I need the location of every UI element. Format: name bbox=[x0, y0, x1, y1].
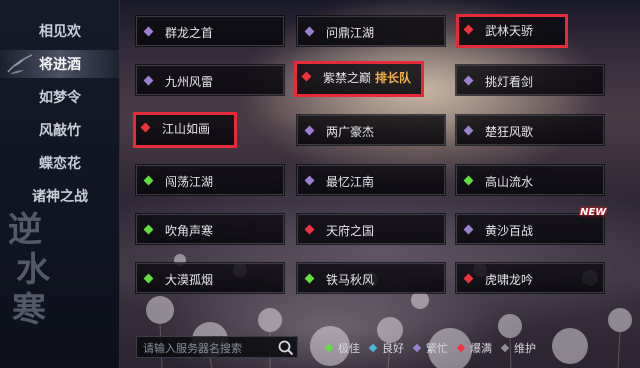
sidebar-item-fengqiaozhu[interactable]: 风敲竹 bbox=[0, 116, 120, 144]
sidebar-item-zhushenzhizhan[interactable]: 诸神之战 bbox=[0, 182, 120, 210]
server-button[interactable]: 吹角声寒 bbox=[135, 213, 285, 245]
new-badge: NEW bbox=[580, 207, 607, 218]
server-button[interactable]: 大漠孤烟 bbox=[135, 262, 285, 294]
status-full-icon bbox=[463, 24, 474, 35]
status-busy-icon bbox=[463, 224, 474, 235]
server-group-sidebar: 相见欢 将进酒 如梦令 风敲竹 蝶恋花 诸神之战 逆 水 寒 bbox=[0, 0, 120, 368]
sidebar-item-label: 如梦令 bbox=[39, 90, 81, 106]
sidebar-item-label: 风敲竹 bbox=[39, 123, 81, 139]
server-button[interactable]: 武林天骄 bbox=[456, 14, 568, 48]
server-button[interactable]: 虎啸龙吟 bbox=[455, 262, 605, 294]
status-maint-icon bbox=[500, 343, 510, 353]
server-button[interactable]: 闯荡江湖 bbox=[135, 164, 285, 196]
status-ok-icon bbox=[143, 175, 154, 186]
server-button[interactable]: 两广豪杰 bbox=[296, 114, 446, 146]
legend-item-good: 良好 bbox=[368, 340, 404, 356]
status-busy-icon bbox=[463, 75, 474, 86]
status-full-icon bbox=[456, 343, 466, 353]
status-busy-icon bbox=[304, 26, 315, 37]
server-button[interactable]: 紫禁之巅 排长队 bbox=[294, 61, 424, 97]
status-busy-icon bbox=[304, 175, 315, 186]
server-button[interactable]: 黄沙百战 bbox=[455, 213, 605, 245]
status-full-icon bbox=[463, 273, 474, 284]
server-button[interactable]: 九州风雷 bbox=[135, 64, 285, 96]
legend-item-full: 爆满 bbox=[456, 340, 492, 356]
status-busy-icon bbox=[143, 75, 154, 86]
server-button[interactable]: 铁马秋风 bbox=[296, 262, 446, 294]
game-logo-calligraphy: 逆 水 寒 bbox=[8, 210, 50, 330]
sidebar-item-label: 相见欢 bbox=[39, 24, 81, 40]
sidebar-item-dielianhua[interactable]: 蝶恋花 bbox=[0, 149, 120, 177]
status-busy-icon bbox=[304, 125, 315, 136]
server-button[interactable]: 问鼎江湖 bbox=[296, 15, 446, 47]
sidebar-item-qiangjinjiu[interactable]: 将进酒 bbox=[0, 50, 120, 78]
sidebar-item-xiangjianhuan[interactable]: 相见欢 bbox=[0, 17, 120, 45]
status-ok-icon bbox=[304, 273, 315, 284]
legend-item-maint: 维护 bbox=[500, 340, 536, 356]
bamboo-leaf-icon bbox=[7, 54, 33, 74]
sidebar-item-label: 将进酒 bbox=[39, 57, 81, 73]
server-button[interactable]: 江山如画 bbox=[133, 112, 237, 148]
status-ok-icon bbox=[324, 343, 334, 353]
sidebar-item-label: 诸神之战 bbox=[32, 189, 88, 205]
server-button[interactable]: 挑灯看剑 bbox=[455, 64, 605, 96]
server-search-box bbox=[136, 336, 298, 358]
status-ok-icon bbox=[143, 224, 154, 235]
sidebar-item-label: 蝶恋花 bbox=[39, 156, 81, 172]
legend-item-ok: 极佳 bbox=[324, 340, 360, 356]
server-button[interactable]: 高山流水 bbox=[455, 164, 605, 196]
server-button[interactable]: 群龙之首 bbox=[135, 15, 285, 47]
status-ok-icon bbox=[463, 175, 474, 186]
sidebar-item-rumengling[interactable]: 如梦令 bbox=[0, 83, 120, 111]
status-busy-icon bbox=[143, 26, 154, 37]
server-search-input[interactable] bbox=[143, 340, 271, 356]
server-button[interactable]: 楚狂风歌 bbox=[455, 114, 605, 146]
status-legend: 极佳 良好 繁忙 爆满 维护 bbox=[324, 340, 536, 356]
status-busy-icon bbox=[463, 125, 474, 136]
status-full-icon bbox=[301, 71, 312, 82]
legend-item-busy: 繁忙 bbox=[412, 340, 448, 356]
server-button[interactable]: 最忆江南 bbox=[296, 164, 446, 196]
server-button[interactable]: 天府之国 bbox=[296, 213, 446, 245]
status-ok-icon bbox=[143, 273, 154, 284]
status-good-icon bbox=[368, 343, 378, 353]
status-busy-icon bbox=[412, 343, 422, 353]
queue-badge: 排长队 bbox=[375, 71, 412, 85]
search-icon[interactable] bbox=[277, 339, 295, 357]
status-full-icon bbox=[140, 122, 151, 133]
status-full-icon bbox=[304, 224, 315, 235]
